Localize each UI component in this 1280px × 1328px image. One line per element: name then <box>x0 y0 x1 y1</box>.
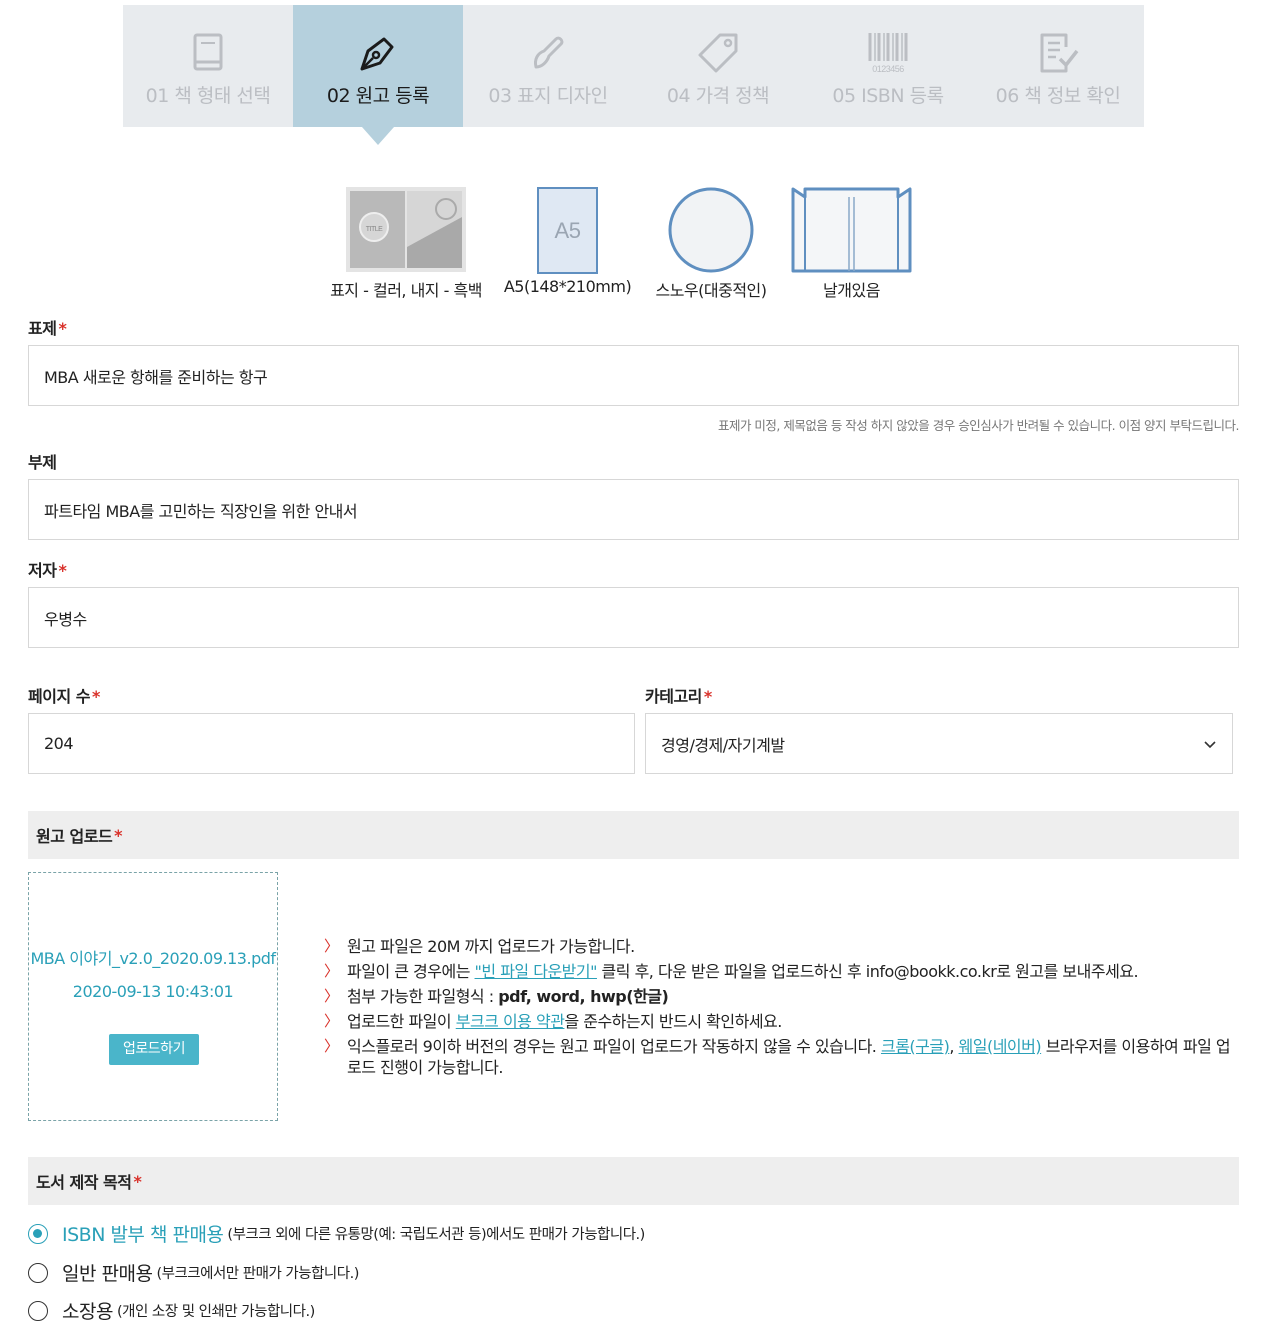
step-label: 05 ISBN 등록 <box>832 85 944 107</box>
step-05-isbn[interactable]: 0123456 05 ISBN 등록 <box>803 5 973 127</box>
purpose-option-label: ISBN 발부 책 판매용 <box>62 1224 224 1246</box>
purpose-option-label: 소장용 <box>62 1301 113 1323</box>
purpose-option-isbn-sale[interactable]: ISBN 발부 책 판매용 (부크크 외에 다른 유통망(예: 국립도서관 등)… <box>28 1220 645 1247</box>
uploaded-file-name: MBA 이야기_v2.0_2020.09.13.pdf <box>30 949 276 968</box>
upload-button[interactable]: 업로드하기 <box>109 1034 199 1065</box>
purpose-option-general-sale[interactable]: 일반 판매용 (부크크에서만 판매가 가능합니다.) <box>28 1259 359 1286</box>
purpose-section-header: 도서 제작 목적 * <box>28 1157 1239 1205</box>
terms-link[interactable]: 부크크 이용 약관 <box>456 1012 565 1031</box>
category-select-value: 경영/경제/자기계발 <box>661 735 785 755</box>
barcode-icon: 0123456 <box>868 33 908 74</box>
category-select[interactable]: 경영/경제/자기계발 <box>645 713 1233 774</box>
paper-circle-icon <box>668 187 754 273</box>
title-input-value: MBA 새로운 항해를 준비하는 항구 <box>44 367 268 387</box>
required-mark: * <box>58 319 67 338</box>
option-wing: 날개있음 <box>791 187 912 300</box>
author-input-value: 우병수 <box>44 609 87 629</box>
barcode-digits: 0123456 <box>872 64 904 74</box>
step-label: 03 표지 디자인 <box>488 85 608 107</box>
option-color-label: 표지 - 컬러, 내지 - 흑백 <box>330 281 482 300</box>
title-hint: 표제가 미정, 제목없음 등 작성 하지 않았을 경우 승인심사가 반려될 수 … <box>717 418 1240 433</box>
step-progress-bar: 01 책 형태 선택 02 원고 등록 03 표지 디자인 04 가격 정책 0… <box>123 5 1144 127</box>
chevron-right-icon: 〉 <box>324 987 339 1005</box>
chevron-right-icon: 〉 <box>324 1037 339 1055</box>
chevron-down-icon <box>1204 740 1216 748</box>
option-paper: 스노우(대중적인) <box>655 187 767 300</box>
step-04-price-policy[interactable]: 04 가격 정책 <box>633 5 803 127</box>
required-mark: * <box>58 561 67 580</box>
step-label: 04 가격 정책 <box>666 85 770 107</box>
note-item: 〉 파일이 큰 경우에는 "빈 파일 다운받기" 클릭 후, 다운 받은 파일을 … <box>324 962 1139 981</box>
brush-icon <box>534 36 564 69</box>
option-size-label: A5(148*210mm) <box>503 277 632 296</box>
upload-notes: 〉 원고 파일은 20M 까지 업로드가 가능합니다. 〉 파일이 큰 경우에는 "… <box>324 936 1234 1082</box>
chrome-link[interactable]: 크롬(구글) <box>881 1037 950 1056</box>
step-label: 02 원고 등록 <box>326 85 430 107</box>
cover-title-text: TITLE <box>366 226 383 233</box>
pages-input-value: 204 <box>44 734 74 753</box>
option-paper-label: 스노우(대중적인) <box>655 281 767 300</box>
uploaded-file-date: 2020-09-13 10:43:01 <box>72 982 234 1001</box>
chevron-right-icon: 〉 <box>324 962 339 980</box>
step-06-book-info[interactable]: 06 책 정보 확인 <box>973 5 1143 127</box>
category-label: 카테고리 * <box>645 687 712 706</box>
step-03-cover-design[interactable]: 03 표지 디자인 <box>463 5 633 127</box>
title-input[interactable]: MBA 새로운 항해를 준비하는 항구 <box>28 345 1239 406</box>
title-label: 표제 * <box>28 319 67 338</box>
empty-file-download-link[interactable]: "빈 파일 다운받기" <box>475 962 598 981</box>
required-mark: * <box>91 687 100 706</box>
a5-size-icon: A5 <box>537 187 598 274</box>
subtitle-input[interactable]: 파트타임 MBA를 고민하는 직장인을 위한 안내서 <box>28 479 1239 540</box>
purpose-option-desc: (개인 소장 및 인쇄만 가능합니다.) <box>116 1304 315 1320</box>
note-item: 〉 원고 파일은 20M 까지 업로드가 가능합니다. <box>324 937 635 956</box>
price-tag-icon <box>698 33 738 73</box>
step-01-book-format[interactable]: 01 책 형태 선택 <box>123 5 293 127</box>
upload-section-header: 원고 업로드 * <box>28 811 1239 859</box>
note-item: 〉 첨부 가능한 파일형식 : pdf, word, hwp(한글) <box>324 987 669 1006</box>
radio-button-selected[interactable] <box>28 1223 48 1244</box>
option-wing-label: 날개있음 <box>823 281 880 300</box>
purpose-option-label: 일반 판매용 <box>62 1263 153 1285</box>
note-item: 〉 익스플로러 9이하 버전의 경우는 원고 파일이 업로드가 작동하지 않을 수… <box>324 1037 1231 1077</box>
purpose-option-desc: (부크크에서만 판매가 가능합니다.) <box>156 1266 359 1282</box>
pages-label: 페이지 수 * <box>28 687 100 706</box>
book-wing-icon <box>791 187 912 273</box>
checklist-icon <box>1040 33 1079 73</box>
required-mark: * <box>703 687 712 706</box>
radio-button[interactable] <box>28 1300 48 1321</box>
book-spread-image: TITLE <box>346 187 466 272</box>
upload-dropzone[interactable]: MBA 이야기_v2.0_2020.09.13.pdf 2020-09-13 1… <box>28 872 278 1121</box>
step-label: 01 책 형태 선택 <box>145 85 271 107</box>
book-icon <box>193 33 223 71</box>
required-mark: * <box>133 1171 142 1191</box>
step-label: 06 책 정보 확인 <box>995 85 1121 107</box>
subtitle-input-value: 파트타임 MBA를 고민하는 직장인을 위한 안내서 <box>44 501 358 521</box>
radio-button[interactable] <box>28 1262 48 1283</box>
subtitle-label: 부제 <box>28 453 57 472</box>
author-label: 저자 * <box>28 561 67 580</box>
whale-link[interactable]: 웨일(네이버) <box>959 1037 1042 1056</box>
required-mark: * <box>114 825 123 845</box>
chevron-right-icon: 〉 <box>324 1012 339 1030</box>
a5-badge-text: A5 <box>554 217 581 243</box>
author-input[interactable]: 우병수 <box>28 587 1239 648</box>
option-size: A5 A5(148*210mm) <box>504 187 632 296</box>
purpose-option-personal[interactable]: 소장용 (개인 소장 및 인쇄만 가능합니다.) <box>28 1297 315 1324</box>
step-02-manuscript[interactable]: 02 원고 등록 <box>293 5 463 127</box>
purpose-option-desc: (부크크 외에 다른 유통망(예: 국립도서관 등)에서도 판매가 가능합니다.… <box>227 1227 645 1243</box>
chevron-right-icon: 〉 <box>324 937 339 955</box>
note-item: 〉 업로드한 파일이 부크크 이용 약관을 준수하는지 반드시 확인하세요. <box>324 1012 782 1031</box>
pages-input[interactable]: 204 <box>28 713 635 774</box>
option-color: TITLE 표지 - 컬러, 내지 - 흑백 <box>330 187 482 300</box>
pen-nib-icon <box>360 37 394 71</box>
